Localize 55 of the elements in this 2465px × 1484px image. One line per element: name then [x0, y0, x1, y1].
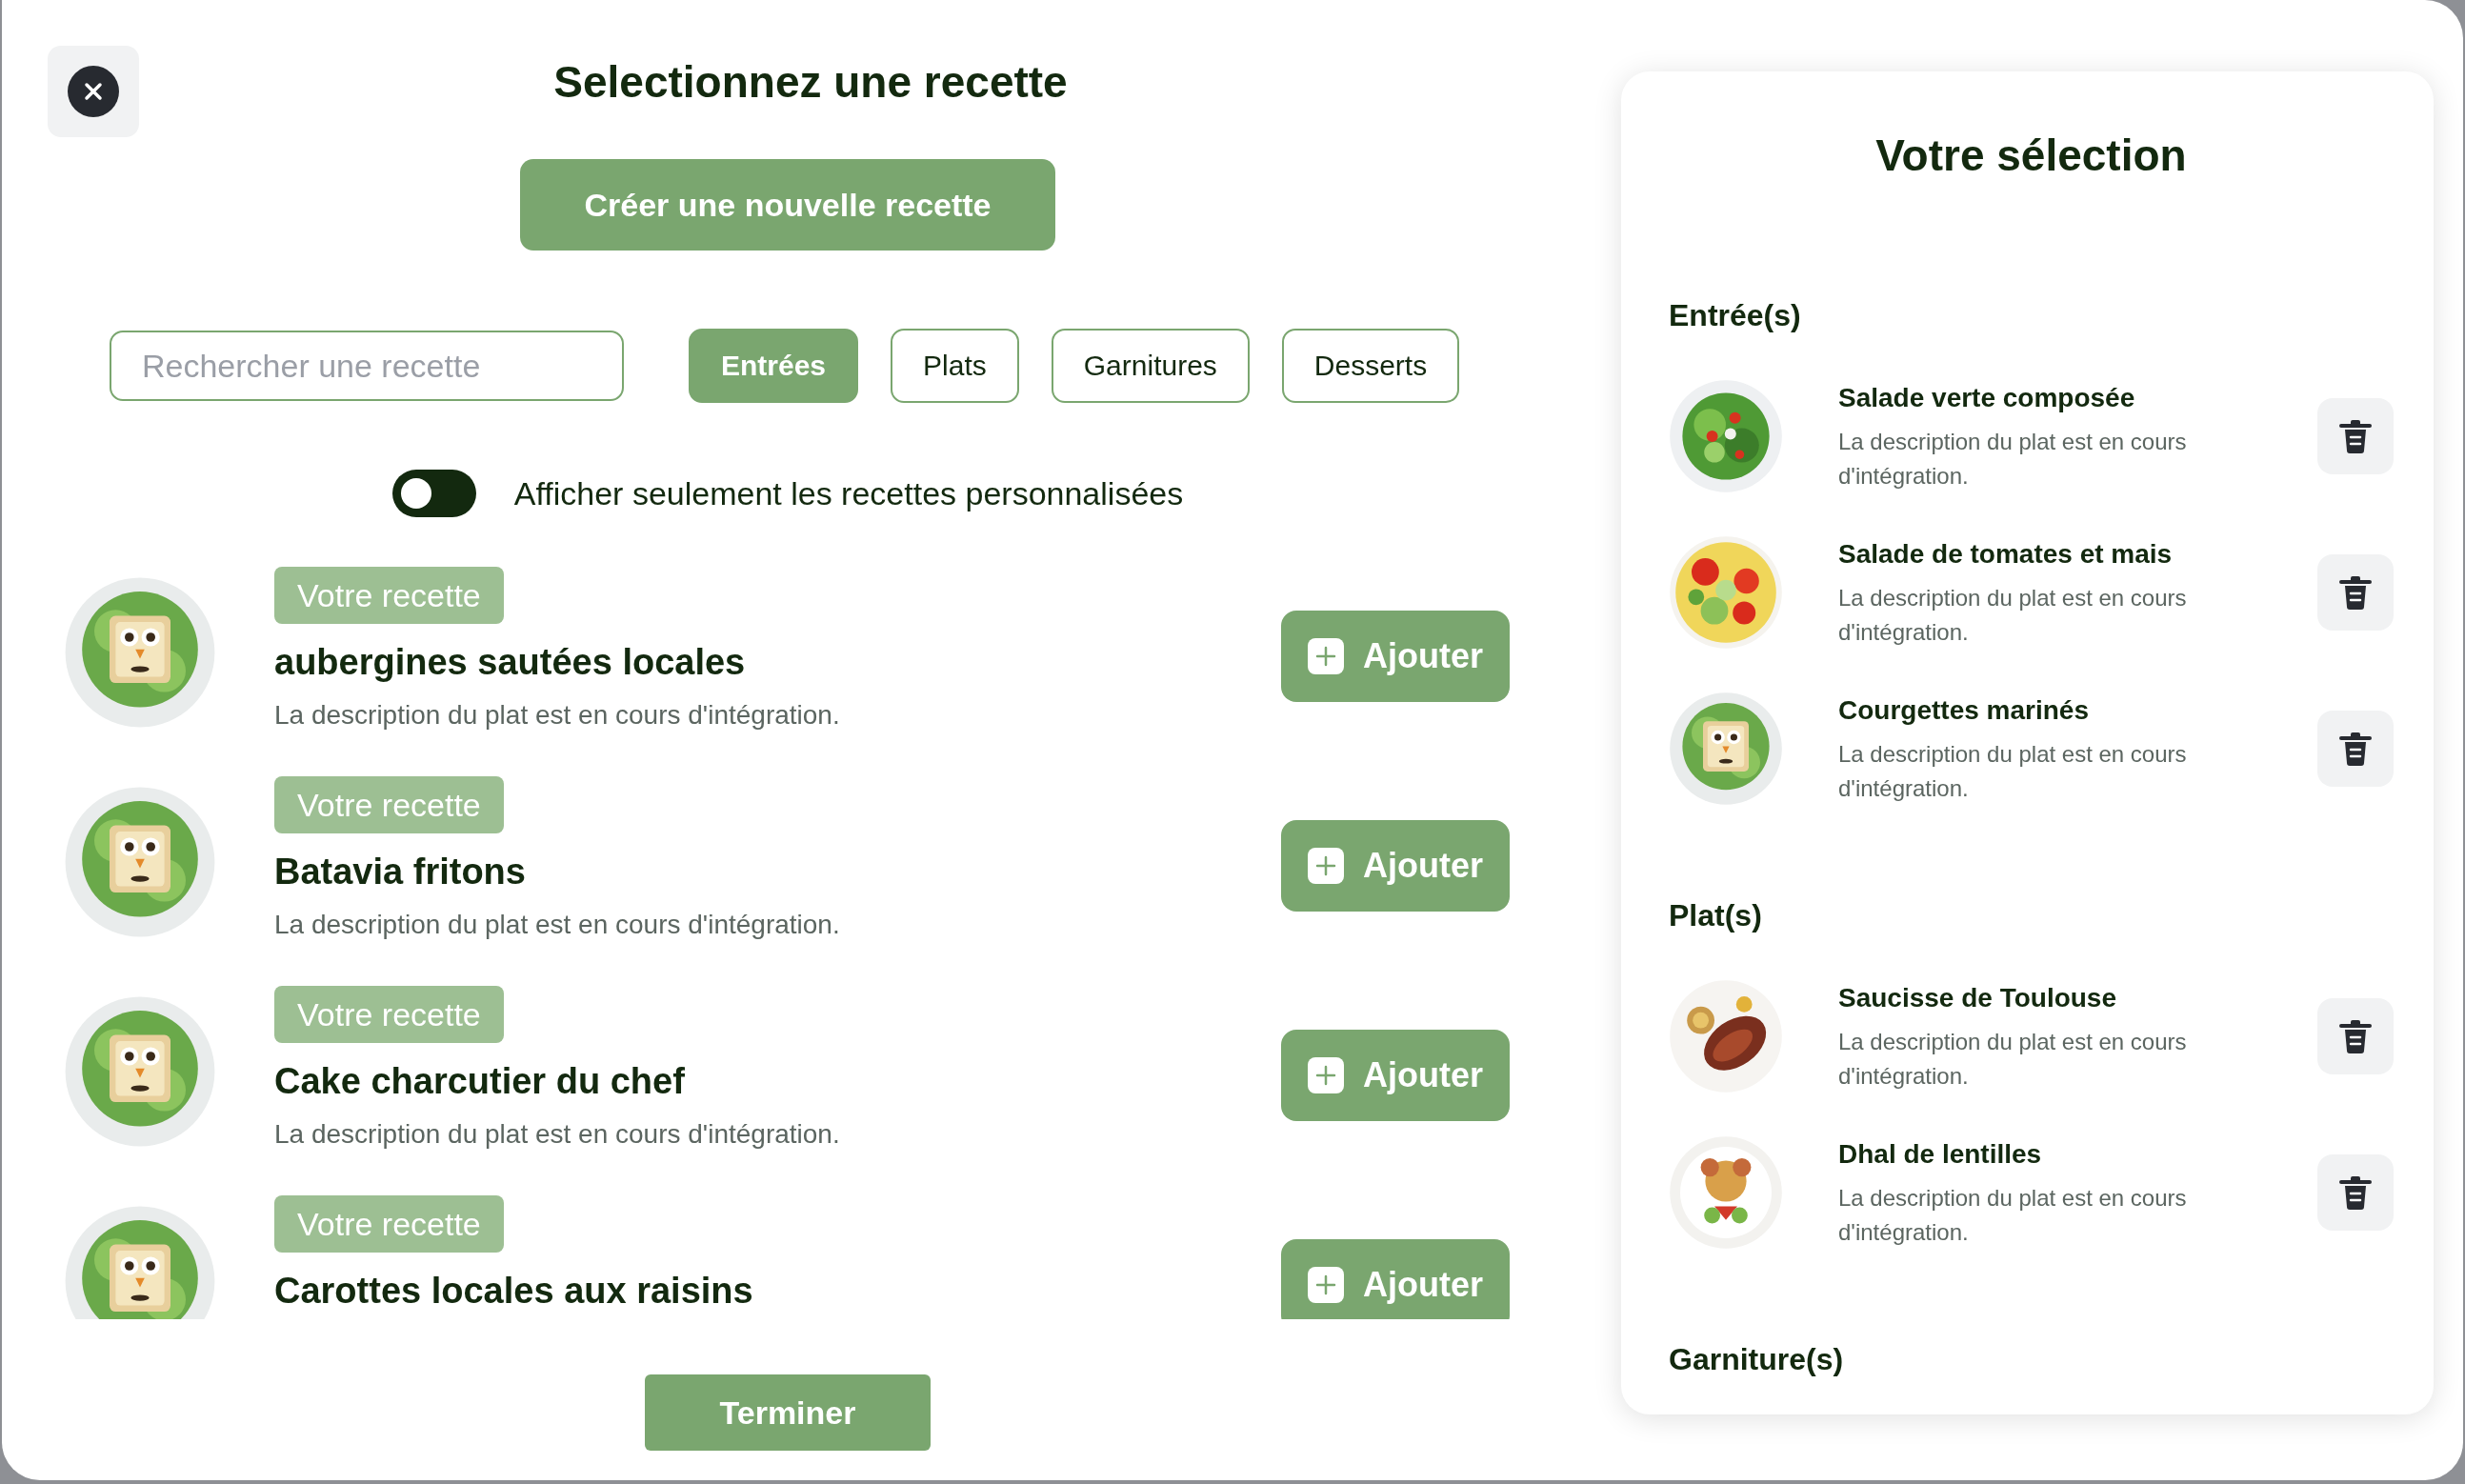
recipe-name: Batavia fritons [274, 851, 526, 893]
recipe-name: Cake charcutier du chef [274, 1060, 685, 1103]
recipe-description: La description du plat est en cours d'intégration. [274, 1118, 840, 1151]
close-button[interactable] [48, 46, 139, 137]
trash-icon [2338, 1174, 2373, 1211]
recipe-tag: Votre recette [274, 567, 504, 624]
trash-icon [2338, 418, 2373, 454]
recipe-description: La description du plat est en cours d'intégration. [274, 909, 840, 941]
finish-button[interactable]: Terminer [645, 1374, 931, 1451]
recipe-description: La description du plat est en cours d'intégration. [274, 699, 840, 732]
plus-icon [1308, 638, 1344, 674]
delete-button[interactable] [2317, 398, 2394, 474]
dish-name: Courgettes marinés [1838, 694, 2090, 727]
create-recipe-button[interactable]: Créer une nouvelle recette [520, 159, 1055, 251]
section-heading: Entrée(s) [1669, 297, 1802, 334]
add-button[interactable]: Ajouter [1281, 1239, 1510, 1319]
delete-button[interactable] [2317, 1154, 2394, 1231]
dish-description: La description du plat est en cours d'intégration. [1838, 740, 2188, 803]
plus-icon [1308, 1057, 1344, 1093]
dish-name: Saucisse de Toulouse [1838, 982, 2118, 1014]
dish-name: Dhal de lentilles [1838, 1138, 2043, 1171]
dish-description: La description du plat est en cours d'intégration. [1838, 584, 2188, 647]
filter-tab[interactable]: Desserts [1281, 329, 1460, 403]
plus-icon [1308, 1267, 1344, 1303]
add-button[interactable]: Ajouter [1281, 820, 1510, 912]
panel-title: Votre sélection [1874, 130, 2188, 182]
dish-name: Salade de tomates et mais [1838, 538, 2174, 571]
close-icon [68, 66, 119, 117]
dish-description: La description du plat est en cours d'intégration. [1838, 1184, 2188, 1247]
recipe-tag: Votre recette [274, 776, 504, 833]
delete-button[interactable] [2317, 711, 2394, 787]
recipe-tag: Votre recette [274, 986, 504, 1043]
trash-icon [2338, 574, 2373, 611]
add-button[interactable]: Ajouter [1281, 611, 1510, 702]
recipe-tag: Votre recette [274, 1195, 504, 1253]
delete-button[interactable] [2317, 998, 2394, 1074]
trash-icon [2338, 1018, 2373, 1054]
toggle-label: Afficher seulement les recettes personnalisées [513, 474, 1184, 512]
filter-tab[interactable]: Plats [891, 329, 1019, 403]
trash-icon [2338, 731, 2373, 767]
recipe-name: Carottes locales aux raisins [274, 1270, 753, 1313]
delete-button[interactable] [2317, 554, 2394, 631]
search-field[interactable]: Rechercher une recette [110, 331, 624, 401]
dish-description: La description du plat est en cours d'intégration. [1838, 1028, 2188, 1091]
section-heading: Plat(s) [1669, 897, 1763, 934]
dish-name: Salade verte composée [1838, 382, 2136, 414]
toggle-switch[interactable] [391, 470, 476, 517]
dialog-title: Selectionnez une recette [553, 56, 1068, 109]
dish-description: La description du plat est en cours d'intégration. [1838, 428, 2188, 491]
filter-tab[interactable]: Garnitures [1051, 329, 1250, 403]
add-button[interactable]: Ajouter [1281, 1030, 1510, 1121]
recipe-name: aubergines sautées locales [274, 641, 746, 684]
section-heading: Garniture(s) [1669, 1341, 1845, 1378]
plus-icon [1308, 848, 1344, 884]
filter-tab[interactable]: Entrées [689, 329, 859, 403]
